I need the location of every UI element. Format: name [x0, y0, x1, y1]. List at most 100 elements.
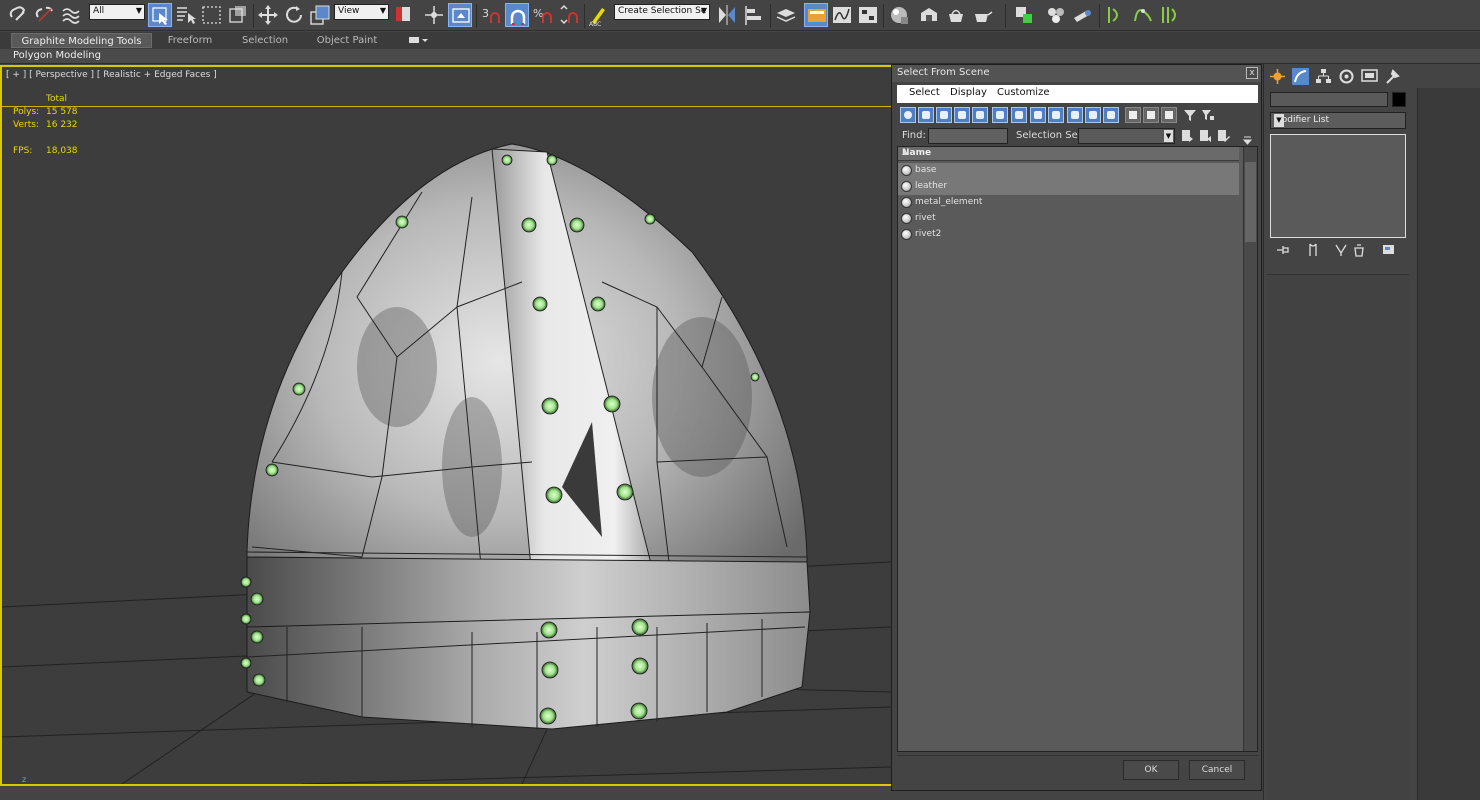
select-all-icon[interactable] — [1125, 107, 1141, 123]
select-and-rotate-icon[interactable] — [282, 3, 306, 27]
list-item[interactable]: metal_element — [898, 195, 1239, 211]
selection-set-dropdown[interactable]: ▼ — [1078, 128, 1175, 144]
display-groups-icon[interactable] — [1011, 107, 1027, 123]
select-and-scale-icon[interactable] — [308, 3, 332, 27]
reference-coordinate-select[interactable]: View ▼ — [334, 4, 389, 20]
named-selection-select[interactable]: Create Selection Se ▼ — [614, 4, 710, 20]
menu-customize[interactable]: Customize — [997, 87, 1050, 98]
display-tab-icon[interactable] — [1361, 68, 1378, 85]
tab-freeform[interactable]: Freeform — [155, 33, 225, 48]
helmet-model[interactable] — [240, 143, 811, 730]
tab-object-paint[interactable]: Object Paint — [306, 33, 388, 48]
scrollbar-thumb[interactable] — [1245, 162, 1256, 242]
display-containers-icon[interactable] — [1067, 107, 1083, 123]
remove-modifier-icon[interactable] — [1352, 243, 1366, 257]
filter-options-icon[interactable] — [1201, 108, 1215, 122]
schematic-view-icon[interactable] — [856, 3, 880, 27]
graphite-toolbar-icon[interactable] — [804, 3, 828, 27]
motion-tab-icon[interactable] — [1338, 68, 1355, 85]
material-editor-icon[interactable] — [887, 3, 911, 27]
list-item[interactable]: base — [898, 163, 1239, 179]
list-header[interactable]: Name ▲ — [898, 147, 1239, 161]
animation-tool-3-icon[interactable] — [1158, 3, 1182, 27]
pin-stack-icon[interactable] — [1276, 243, 1290, 257]
menu-select[interactable]: Select — [909, 87, 940, 98]
render-production-icon[interactable] — [971, 3, 995, 27]
select-and-manipulate-icon[interactable] — [422, 3, 446, 27]
display-shapes-icon[interactable] — [918, 107, 934, 123]
scene-explorer-icon[interactable] — [1044, 3, 1068, 27]
rectangular-selection-icon[interactable] — [200, 3, 224, 27]
unlink-selection-icon[interactable] — [33, 3, 57, 27]
object-color-swatch[interactable] — [1392, 92, 1406, 107]
remove-selection-set-icon[interactable] — [1199, 129, 1212, 143]
cancel-button[interactable]: Cancel — [1189, 760, 1245, 780]
render-setup-icon[interactable] — [917, 3, 941, 27]
edit-selection-set-icon[interactable] — [1217, 129, 1230, 143]
tab-graphite-modeling-tools[interactable]: Graphite Modeling Tools — [11, 33, 152, 48]
layer-manager-icon[interactable] — [774, 3, 798, 27]
toolbar-expand-icon[interactable] — [1241, 133, 1254, 147]
ok-button[interactable]: OK — [1123, 760, 1179, 780]
align-icon[interactable] — [743, 3, 767, 27]
viewport-label[interactable]: [ + ] [ Perspective ] [ Realistic + Edge… — [6, 70, 217, 80]
filter-icon[interactable] — [1183, 108, 1197, 122]
display-geometry-icon[interactable] — [900, 107, 916, 123]
close-button[interactable]: x — [1246, 67, 1258, 79]
bind-to-space-warp-icon[interactable] — [59, 3, 83, 27]
window-crossing-icon[interactable] — [226, 3, 250, 27]
hierarchy-tab-icon[interactable] — [1315, 68, 1332, 85]
keyboard-shortcut-override-icon[interactable] — [448, 3, 472, 27]
configure-modifier-sets-icon[interactable] — [1382, 243, 1396, 257]
modifier-list-dropdown[interactable]: Modifier List ▼ — [1270, 112, 1406, 129]
spinner-snap-icon[interactable] — [557, 3, 581, 27]
modify-tab-icon[interactable] — [1292, 68, 1309, 85]
edit-named-selection-icon[interactable]: ABC — [587, 3, 611, 28]
list-scrollbar[interactable] — [1243, 147, 1257, 751]
select-none-icon[interactable] — [1143, 107, 1159, 123]
display-bones-icon[interactable] — [1048, 107, 1064, 123]
list-item[interactable]: rivet — [898, 211, 1239, 227]
display-spacewarps-icon[interactable] — [992, 107, 1008, 123]
container-icon[interactable] — [1012, 3, 1036, 27]
rendered-frame-window-icon[interactable] — [944, 3, 968, 27]
select-and-link-icon[interactable] — [7, 3, 31, 27]
angle-snap-icon[interactable] — [505, 3, 529, 27]
tube-tool-icon[interactable] — [1070, 3, 1094, 27]
find-input[interactable] — [928, 128, 1008, 144]
menu-display[interactable]: Display — [950, 87, 987, 98]
select-object-icon[interactable] — [148, 3, 172, 27]
add-selection-set-icon[interactable] — [1181, 129, 1194, 143]
display-cameras-icon[interactable] — [954, 107, 970, 123]
display-xrefs-icon[interactable] — [1030, 107, 1046, 123]
create-tab-icon[interactable] — [1269, 68, 1286, 85]
percent-snap-icon[interactable]: % — [531, 3, 555, 27]
animation-tool-2-icon[interactable] — [1131, 3, 1155, 27]
selection-filter-select[interactable]: All ▼ — [89, 4, 145, 20]
show-end-result-icon[interactable] — [1306, 243, 1320, 257]
utilities-tab-icon[interactable] — [1384, 68, 1401, 85]
tab-selection[interactable]: Selection — [232, 33, 298, 48]
display-frozen-icon[interactable] — [1085, 107, 1101, 123]
object-list[interactable]: Name ▲ base leather metal_element rivet … — [897, 146, 1258, 752]
polygon-modeling-panel-label[interactable]: Polygon Modeling — [13, 50, 101, 61]
list-item[interactable]: rivet2 — [898, 227, 1239, 243]
perspective-viewport[interactable]: [ + ] [ Perspective ] [ Realistic + Edge… — [0, 65, 893, 786]
select-by-name-icon[interactable] — [174, 3, 198, 27]
display-helpers-icon[interactable] — [972, 107, 988, 123]
make-unique-icon[interactable] — [1334, 243, 1348, 257]
object-name-field[interactable] — [1270, 92, 1388, 107]
mirror-icon[interactable] — [715, 3, 739, 27]
pivot-center-icon[interactable] — [392, 3, 416, 27]
curve-editor-icon[interactable] — [830, 3, 854, 27]
ribbon-options-icon[interactable] — [408, 35, 428, 46]
display-hidden-icon[interactable] — [1103, 107, 1119, 123]
animation-tool-1-icon[interactable] — [1104, 3, 1128, 27]
display-lights-icon[interactable] — [936, 107, 952, 123]
modifier-stack[interactable] — [1270, 134, 1406, 238]
list-item[interactable]: leather — [898, 179, 1239, 195]
dialog-titlebar[interactable]: Select From Scene x — [892, 65, 1261, 82]
select-and-move-icon[interactable] — [256, 3, 280, 27]
select-invert-icon[interactable] — [1161, 107, 1177, 123]
snaps-toggle-icon[interactable]: 3 — [479, 3, 503, 27]
